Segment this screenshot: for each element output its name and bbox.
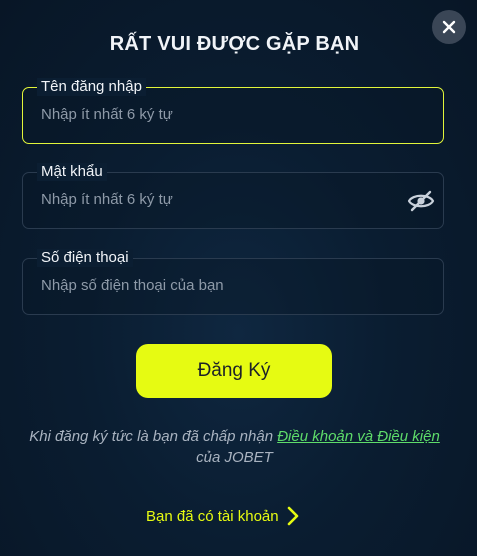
login-link[interactable]: Bạn đã có tài khoản [146, 506, 299, 526]
phone-input[interactable] [41, 277, 401, 294]
login-link-label: Bạn đã có tài khoản [146, 507, 279, 525]
terms-suffix: của JOBET [196, 449, 273, 466]
password-field[interactable]: Mật khẩu [22, 163, 444, 229]
username-field[interactable]: Tên đăng nhập [22, 78, 444, 144]
password-input[interactable] [41, 191, 401, 208]
password-label: Mật khẩu [37, 163, 107, 181]
terms-text: Khi đăng ký tức là bạn đã chấp nhận Điều… [0, 426, 469, 468]
username-input[interactable] [41, 106, 401, 123]
chevron-right-icon [287, 506, 298, 526]
username-label: Tên đăng nhập [37, 78, 146, 96]
phone-label: Số điện thoại [37, 249, 133, 267]
terms-link[interactable]: Điều khoản và Điều kiện [277, 428, 440, 445]
close-icon [442, 20, 456, 34]
register-button[interactable]: Đăng Ký [136, 344, 332, 398]
dialog-title: RẤT VUI ĐƯỢC GẶP BẠN [109, 33, 360, 55]
phone-field[interactable]: Số điện thoại [22, 249, 444, 315]
terms-prefix: Khi đăng ký tức là bạn đã chấp nhận [29, 428, 278, 445]
eye-off-icon[interactable] [407, 189, 435, 213]
